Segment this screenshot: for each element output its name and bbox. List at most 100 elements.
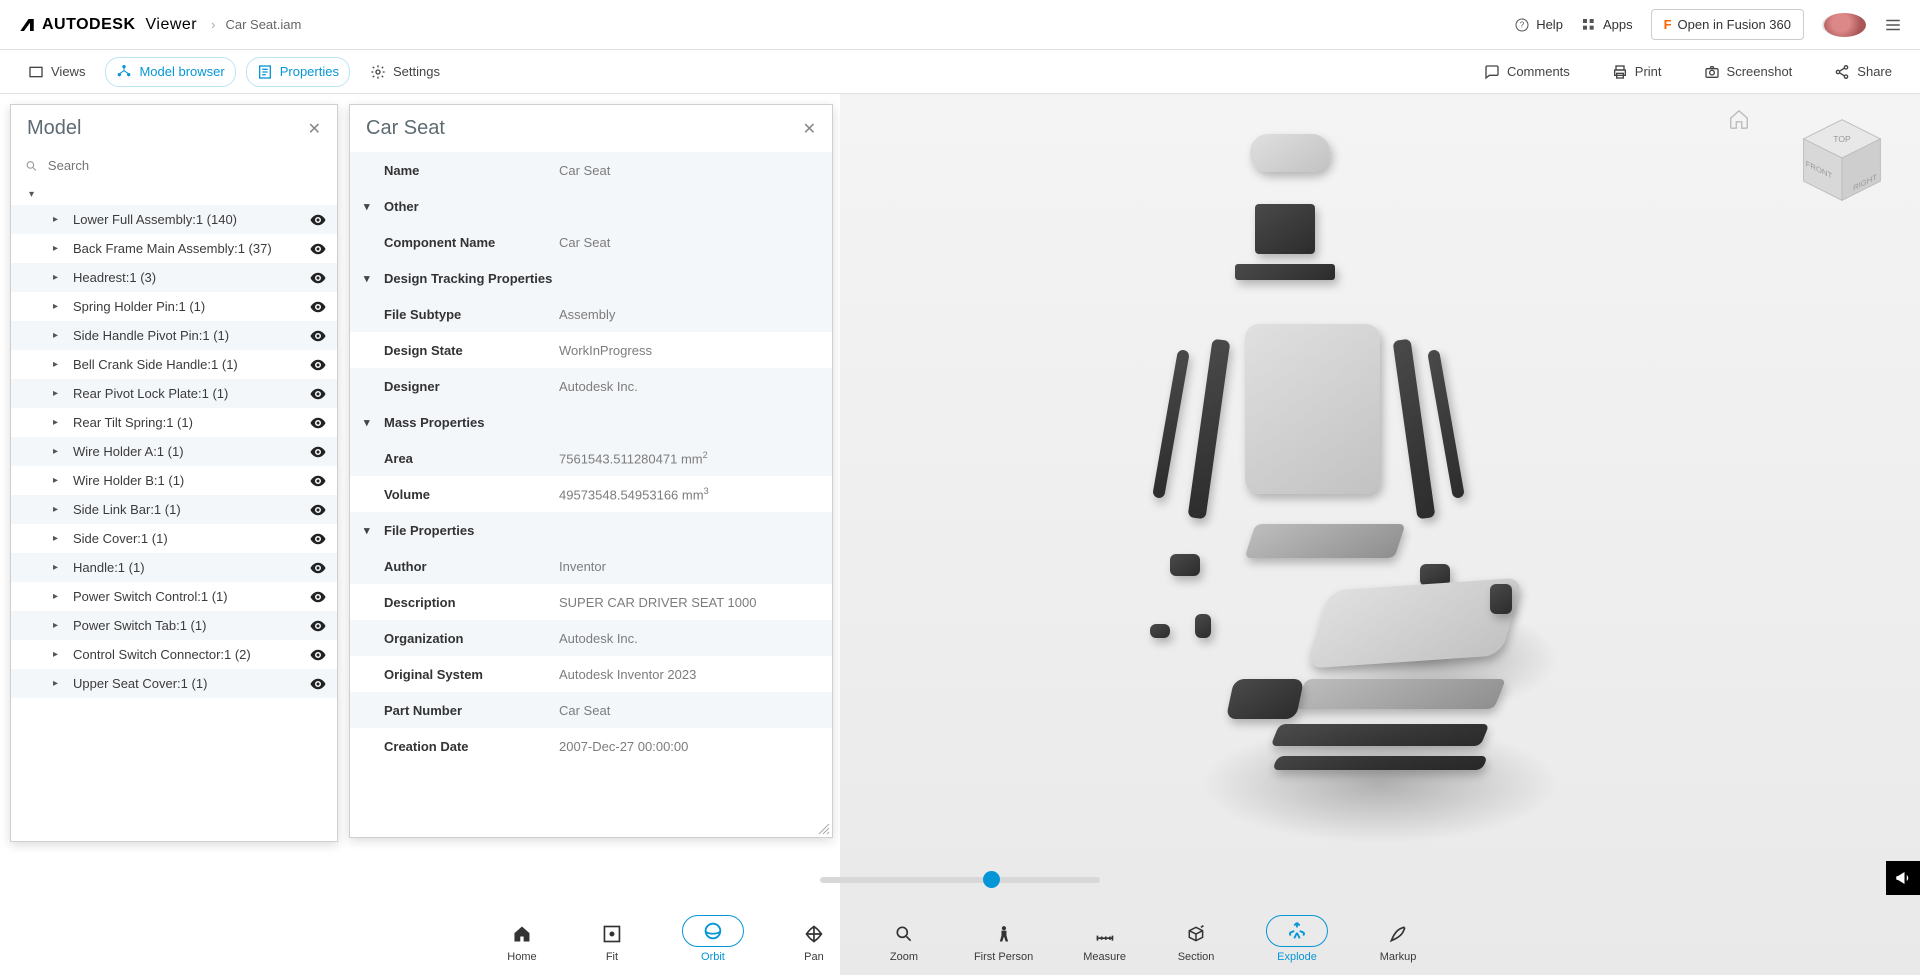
viewport-3d[interactable]: TOP FRONT RIGHT (840, 94, 1920, 975)
chevron-right-icon: ▸ (53, 562, 63, 573)
model-search-input[interactable] (48, 158, 323, 173)
explode-slider-knob[interactable] (983, 871, 1000, 888)
tree-item[interactable]: ▸Rear Tilt Spring:1 (1) (11, 408, 337, 437)
open-fusion-button[interactable]: F Open in Fusion 360 (1651, 9, 1804, 40)
tree-item[interactable]: ▸Back Frame Main Assembly:1 (37) (11, 234, 337, 263)
tree-item[interactable]: ▸Power Switch Tab:1 (1) (11, 611, 337, 640)
property-section: File Properties (350, 512, 832, 548)
tool-fit[interactable]: Fit (584, 917, 640, 967)
visibility-toggle[interactable] (309, 501, 327, 519)
user-avatar[interactable] (1822, 13, 1866, 37)
help-icon: ? (1514, 17, 1530, 33)
tree-item-label: Power Switch Control:1 (1) (73, 589, 228, 604)
visibility-toggle[interactable] (309, 646, 327, 664)
tool-markup[interactable]: Markup (1370, 917, 1426, 967)
properties-panel: Car Seat ✕ NameCar SeatOtherComponent Na… (349, 104, 833, 838)
tool-pan[interactable]: Pan (786, 917, 842, 967)
tool-explode[interactable]: Explode (1258, 911, 1336, 967)
property-key: Component Name (384, 235, 559, 250)
property-key: Description (384, 595, 559, 610)
menu-icon[interactable] (1884, 16, 1902, 34)
visibility-toggle[interactable] (309, 327, 327, 345)
visibility-toggle[interactable] (309, 414, 327, 432)
property-value: Autodesk Inc. (559, 379, 638, 394)
visibility-toggle[interactable] (309, 298, 327, 316)
property-key: Name (384, 163, 559, 178)
apps-button[interactable]: Apps (1581, 17, 1633, 33)
views-icon (28, 64, 44, 80)
visibility-toggle[interactable] (309, 675, 327, 693)
print-icon (1612, 64, 1628, 80)
svg-text:?: ? (1520, 20, 1525, 29)
tree-item[interactable]: ▸Bell Crank Side Handle:1 (1) (11, 350, 337, 379)
chevron-right-icon: › (211, 17, 215, 32)
tool-first-person[interactable]: First Person (966, 917, 1041, 967)
comments-button[interactable]: Comments (1474, 58, 1580, 86)
tree-item[interactable]: ▸Side Handle Pivot Pin:1 (1) (11, 321, 337, 350)
resize-grip-icon[interactable] (818, 823, 830, 835)
print-button[interactable]: Print (1602, 58, 1672, 86)
tool-measure[interactable]: Measure (1075, 917, 1134, 967)
tree-item[interactable]: ▸Handle:1 (1) (11, 553, 337, 582)
visibility-toggle[interactable] (309, 472, 327, 490)
tree-collapse-root[interactable]: ▾ (11, 183, 337, 205)
model-search[interactable] (11, 152, 337, 183)
chevron-right-icon: ▸ (53, 504, 63, 515)
visibility-toggle[interactable] (309, 530, 327, 548)
properties-button[interactable]: Properties (246, 57, 350, 87)
chevron-right-icon: ▸ (53, 330, 63, 341)
tree-item[interactable]: ▸Lower Full Assembly:1 (140) (11, 205, 337, 234)
chevron-right-icon: ▸ (53, 417, 63, 428)
tree-item[interactable]: ▸ Power Switch Control:1 (1) (11, 582, 337, 611)
autodesk-icon (18, 16, 36, 34)
model-browser-button[interactable]: Model browser (105, 57, 235, 87)
screenshot-button[interactable]: Screenshot (1694, 58, 1803, 86)
feedback-tab[interactable] (1886, 861, 1920, 895)
tree-item[interactable]: ▸Headrest:1 (3) (11, 263, 337, 292)
property-value: 2007-Dec-27 00:00:00 (559, 739, 688, 754)
chevron-right-icon: ▸ (53, 591, 63, 602)
tool-home[interactable]: Home (494, 917, 550, 967)
property-key: Organization (384, 631, 559, 646)
tree-item[interactable]: ▸Rear Pivot Lock Plate:1 (1) (11, 379, 337, 408)
explode-slider[interactable] (820, 877, 1100, 883)
visibility-toggle[interactable] (309, 240, 327, 258)
visibility-toggle[interactable] (309, 356, 327, 374)
tree-item[interactable]: ▸Upper Seat Cover:1 (1) (11, 669, 337, 698)
tool-section[interactable]: Section (1168, 917, 1224, 967)
share-button[interactable]: Share (1824, 58, 1902, 86)
help-button[interactable]: ? Help (1514, 17, 1563, 33)
tree-item[interactable]: ▸Side Link Bar:1 (1) (11, 495, 337, 524)
megaphone-icon (1894, 869, 1912, 887)
visibility-toggle[interactable] (309, 385, 327, 403)
model-tree: ▾ ▸Lower Full Assembly:1 (140)▸Back Fram… (11, 183, 337, 841)
tree-item[interactable]: ▸Wire Holder B:1 (1) (11, 466, 337, 495)
visibility-toggle[interactable] (309, 588, 327, 606)
settings-button[interactable]: Settings (360, 58, 450, 86)
views-button[interactable]: Views (18, 58, 95, 86)
tree-item[interactable]: ▸Spring Holder Pin:1 (1) (11, 292, 337, 321)
visibility-toggle[interactable] (309, 443, 327, 461)
property-value: SUPER CAR DRIVER SEAT 1000 (559, 595, 756, 610)
tree-item[interactable]: ▸Wire Holder A:1 (1) (11, 437, 337, 466)
visibility-toggle[interactable] (309, 559, 327, 577)
visibility-toggle[interactable] (309, 211, 327, 229)
brand-name: AUTODESK (42, 16, 136, 34)
visibility-toggle[interactable] (309, 617, 327, 635)
model-panel-close[interactable]: ✕ (308, 119, 321, 139)
tool-orbit[interactable]: Orbit (674, 911, 752, 967)
tree-item-label: Back Frame Main Assembly:1 (37) (73, 241, 272, 256)
property-value: 7561543.511280471 mm2 (559, 450, 708, 466)
tree-icon (116, 64, 132, 80)
tree-item[interactable]: ▸Control Switch Connector:1 (2) (11, 640, 337, 669)
properties-panel-close[interactable]: ✕ (803, 119, 816, 139)
breadcrumb-file[interactable]: Car Seat.iam (225, 17, 301, 32)
home-icon[interactable] (1728, 108, 1750, 130)
view-cube[interactable]: TOP FRONT RIGHT (1794, 112, 1890, 208)
property-value: Car Seat (559, 703, 610, 718)
visibility-toggle[interactable] (309, 269, 327, 287)
tool-zoom[interactable]: Zoom (876, 917, 932, 967)
fusion-icon: F (1664, 17, 1672, 32)
property-value: Car Seat (559, 235, 610, 250)
tree-item[interactable]: ▸Side Cover:1 (1) (11, 524, 337, 553)
